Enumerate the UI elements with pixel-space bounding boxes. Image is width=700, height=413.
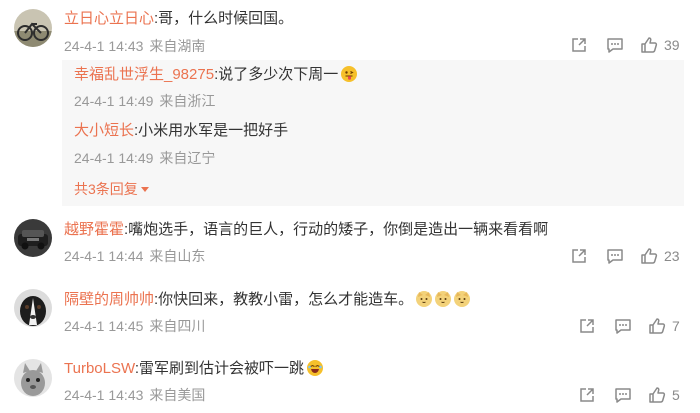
reply-button[interactable] xyxy=(614,316,632,336)
timestamp: 24-4-1 14:43 xyxy=(64,38,144,54)
share-button[interactable] xyxy=(570,35,588,55)
comment-meta: 24-4-1 14:43 来自美国 xyxy=(64,386,205,404)
share-icon xyxy=(580,319,594,333)
location: 来自四川 xyxy=(149,318,206,334)
reply-meta: 24-4-1 14:49 来自辽宁 xyxy=(74,149,215,167)
avatar[interactable] xyxy=(14,359,52,397)
reply-list: 幸福乱世浮生_98275:说了多少次下周一 24-4-1 14:49 来自浙江 大… xyxy=(62,60,684,206)
location: 来自辽宁 xyxy=(159,150,216,166)
avatar[interactable] xyxy=(14,219,52,257)
cat-emoji-icon xyxy=(454,291,471,307)
like-count: 5 xyxy=(672,387,680,403)
thumbs-up-icon xyxy=(649,387,666,403)
comment-actions: 5 xyxy=(578,385,690,405)
username-link[interactable]: 立日心立日心 xyxy=(64,10,154,27)
comment-content: TurboLSW:雷军刷到估计会被吓一跳 xyxy=(64,359,324,379)
reply-content: 幸福乱世浮生_98275:说了多少次下周一 xyxy=(74,65,358,85)
cat-emoji-icon xyxy=(435,291,452,307)
comment: 立日心立日心:哥，什么时候回国。 24-4-1 14:43 来自湖南 39 幸福乱… xyxy=(0,0,700,210)
avatar[interactable] xyxy=(14,289,52,327)
laughing-emoji-icon xyxy=(307,360,324,376)
thumbs-up-icon xyxy=(641,37,658,53)
reply-meta: 24-4-1 14:49 来自浙江 xyxy=(74,92,215,110)
comment-content: 立日心立日心:哥，什么时候回国。 xyxy=(64,9,293,29)
reply-text: :说了多少次下周一 xyxy=(214,66,339,83)
timestamp: 24-4-1 14:45 xyxy=(64,318,144,334)
comment-actions: 39 xyxy=(570,35,690,55)
thumbs-up-icon xyxy=(649,318,666,334)
like-button[interactable]: 5 xyxy=(648,385,680,405)
location: 来自浙江 xyxy=(159,93,216,109)
like-count: 7 xyxy=(672,318,680,334)
like-button[interactable]: 23 xyxy=(640,246,680,266)
username-link[interactable]: 幸福乱世浮生_98275 xyxy=(74,66,214,83)
like-count: 23 xyxy=(664,248,680,264)
share-button[interactable] xyxy=(570,246,588,266)
tongue-emoji-icon xyxy=(341,66,358,82)
timestamp: 24-4-1 14:43 xyxy=(64,387,144,403)
comment-meta: 24-4-1 14:43 来自湖南 xyxy=(64,37,205,55)
thumbs-up-icon xyxy=(641,248,658,264)
comment-icon xyxy=(607,38,623,53)
location: 来自山东 xyxy=(149,248,206,264)
share-icon xyxy=(572,249,586,263)
comment-text: :雷军刷到估计会被吓一跳 xyxy=(134,360,305,377)
username-link[interactable]: 越野霍霍 xyxy=(64,221,124,238)
avatar[interactable] xyxy=(14,9,52,47)
reply-button[interactable] xyxy=(606,35,624,55)
reply-button[interactable] xyxy=(614,385,632,405)
timestamp: 24-4-1 14:44 xyxy=(64,248,144,264)
comment-meta: 24-4-1 14:45 来自四川 xyxy=(64,317,205,335)
comment-meta: 24-4-1 14:44 来自山东 xyxy=(64,247,205,265)
share-icon xyxy=(572,38,586,52)
username-link[interactable]: 大小短长 xyxy=(74,122,134,139)
comment-actions: 7 xyxy=(578,316,690,336)
comment-text: :嘴炮选手，语言的巨人，行动的矮子，你倒是造出一辆来看看啊 xyxy=(124,221,549,238)
location: 来自湖南 xyxy=(149,38,206,54)
comment-text: :你快回来，教教小雷，怎么才能造车。 xyxy=(154,291,414,308)
comment-actions: 23 xyxy=(570,246,690,266)
view-more-replies-link[interactable]: 共3条回复 xyxy=(74,180,149,198)
timestamp: 24-4-1 14:49 xyxy=(74,93,154,109)
comment: 隔壁的周帅帅:你快回来，教教小雷，怎么才能造车。 24-4-1 14:45 来自四… xyxy=(0,280,700,350)
comment: 越野霍霍:嘴炮选手，语言的巨人，行动的矮子，你倒是造出一辆来看看啊 24-4-1… xyxy=(0,210,700,280)
share-button[interactable] xyxy=(578,316,596,336)
username-link[interactable]: 隔壁的周帅帅 xyxy=(64,291,154,308)
location: 来自美国 xyxy=(149,387,206,403)
reply-content: 大小短长:小米用水军是一把好手 xyxy=(74,121,288,141)
cat-emoji-icon xyxy=(416,291,433,307)
share-icon xyxy=(580,388,594,402)
comment-content: 越野霍霍:嘴炮选手，语言的巨人，行动的矮子，你倒是造出一辆来看看啊 xyxy=(64,220,548,240)
reply-button[interactable] xyxy=(606,246,624,266)
comment-icon xyxy=(615,319,631,334)
share-button[interactable] xyxy=(578,385,596,405)
chevron-down-icon xyxy=(140,187,149,192)
comment-content: 隔壁的周帅帅:你快回来，教教小雷，怎么才能造车。 xyxy=(64,290,471,310)
timestamp: 24-4-1 14:49 xyxy=(74,150,154,166)
like-button[interactable]: 39 xyxy=(640,35,680,55)
comment-icon xyxy=(607,249,623,264)
reply-text: :小米用水军是一把好手 xyxy=(134,122,289,139)
like-count: 39 xyxy=(664,37,680,53)
comment-text: :哥，什么时候回国。 xyxy=(154,10,294,27)
comment: TurboLSW:雷军刷到估计会被吓一跳 24-4-1 14:43 来自美国 5 xyxy=(0,350,700,413)
like-button[interactable]: 7 xyxy=(648,316,680,336)
comment-icon xyxy=(615,388,631,403)
username-link[interactable]: TurboLSW xyxy=(64,360,135,377)
